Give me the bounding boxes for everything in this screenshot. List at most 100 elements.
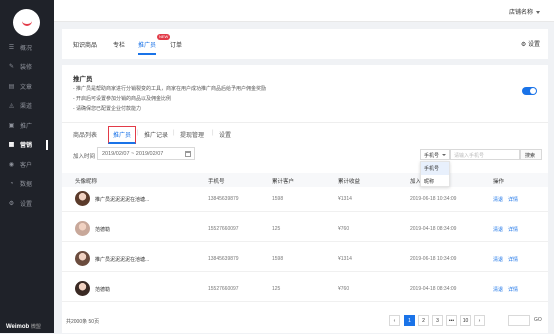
- panel-line: - 开启后可设置参加分销的商品以及佣金比例: [73, 96, 172, 102]
- tab-knowledge-goods[interactable]: 知识商品: [73, 40, 97, 49]
- sidebar-item[interactable]: ◉ 客户: [0, 155, 54, 173]
- subtab-promoter[interactable]: 推广员: [108, 126, 137, 144]
- data-icon: ◔: [9, 180, 14, 187]
- subtab-settings[interactable]: 设置: [219, 130, 231, 139]
- promoter-info-panel: 推广员 - 推广员是帮助商家进行分销裂变的工具，商家在用户成功推广商品后给予用户…: [62, 65, 548, 123]
- page-button[interactable]: ›: [474, 315, 485, 326]
- cell-phone: 13845639879: [208, 196, 239, 202]
- promoter-list-card: 商品列表 推广员 | 推广记录 | 提现管理 | 设置 加入时间 2019/02…: [62, 122, 548, 333]
- sidebar-item-label: 客户: [20, 162, 33, 169]
- marketing-icon: ▦: [8, 142, 15, 148]
- subtab-goods-list[interactable]: 商品列表: [73, 130, 97, 139]
- page-button[interactable]: ‹: [389, 315, 400, 326]
- sidebar-item-label: 文章: [20, 84, 33, 91]
- customer-icon: ◉: [8, 161, 15, 168]
- sidebar-item[interactable]: ▣ 推广: [0, 116, 54, 134]
- go-button[interactable]: GO: [534, 317, 542, 323]
- cell-customers: 1598: [272, 256, 284, 262]
- dismiss-link[interactable]: 清退: [493, 196, 503, 203]
- sidebar-item-label: 概况: [20, 45, 33, 52]
- main-tabs: 知识商品 专栏 推广员 NEW 订单 ⚙ 设置: [62, 29, 548, 59]
- cell-phone: 13845639879: [208, 256, 239, 262]
- detail-link[interactable]: 详情: [508, 196, 518, 203]
- page-button[interactable]: 3: [432, 315, 443, 326]
- cell-time: 2019-04-18 08:34:09: [410, 286, 457, 292]
- dismiss-link[interactable]: 清退: [493, 286, 503, 293]
- brand-footer: Weimob 微盟: [6, 324, 41, 330]
- sidebar-item[interactable]: ⚙ 设置: [0, 194, 54, 212]
- new-badge: NEW: [157, 34, 171, 40]
- subtab-withdraw[interactable]: 提现管理: [180, 130, 204, 139]
- page-button[interactable]: •••: [446, 315, 457, 326]
- search-type-dropdown: 手机号 昵称: [420, 161, 450, 187]
- settings-label: 设置: [527, 42, 540, 48]
- sidebar-item[interactable]: ◔ 数据: [0, 175, 54, 193]
- sidebar-item-label: 推广: [20, 123, 33, 130]
- panel-line: - 请确保您已配置企业付款能力: [73, 106, 142, 112]
- table-row: 推广员泥泥泥泥在池塘... 13845639879 1598 ¥1314 2019-06…: [62, 187, 548, 212]
- sidebar-item-label: 数据: [20, 182, 33, 188]
- cell-customers: 125: [272, 286, 281, 292]
- column-header: 累计客户: [272, 179, 295, 185]
- gear-icon: ⚙: [520, 42, 527, 48]
- search-button[interactable]: 搜索: [520, 149, 542, 160]
- avatar: [75, 281, 90, 296]
- app-logo: [13, 9, 40, 36]
- page-button[interactable]: 10: [460, 315, 471, 326]
- document-icon: ▤: [8, 83, 15, 90]
- sidebar-item[interactable]: ▤ 文章: [0, 77, 54, 95]
- table-row: 范德勒 15527660097 125 ¥760 2019-04-18 08:34:09…: [62, 217, 548, 242]
- search-type-select[interactable]: 手机号: [420, 149, 450, 160]
- avatar: [75, 191, 90, 206]
- detail-link[interactable]: 详情: [508, 226, 518, 233]
- cell-time: 2019-06-18 10:34:09: [410, 196, 457, 202]
- sidebar: ☰ 概况 ✎ 装修 ▤ 文章 ◬ 渠道 ▣ 推广 ▦ 营销 ◉ 客户 ◔ 数据 ⚙ 设置 Weimob 微盟: [0, 0, 54, 333]
- cell-name: 范德勒: [95, 227, 111, 233]
- sidebar-item-label: 营销: [20, 143, 33, 149]
- sidebar-item[interactable]: ☰ 概况: [0, 38, 54, 56]
- sidebar-item[interactable]: ▦ 营销: [0, 136, 54, 154]
- panel-title: 推广员: [73, 76, 93, 83]
- sidebar-item-label: 渠道: [20, 104, 33, 110]
- top-bar: 店铺名称: [54, 0, 554, 22]
- panel-line: - 推广员是帮助商家进行分销裂变的工具，商家在用户成功推广商品后给予用户佣金奖励: [73, 86, 267, 92]
- cell-phone: 15527660097: [208, 226, 239, 232]
- promote-icon: ▣: [8, 122, 15, 129]
- subtab-divider: |: [137, 130, 139, 136]
- store-name-dropdown[interactable]: 店铺名称: [509, 7, 540, 16]
- cell-income: ¥760: [338, 286, 350, 292]
- tab-promoter[interactable]: 推广员: [138, 40, 157, 55]
- promoter-toggle[interactable]: [522, 87, 537, 95]
- column-header: 头像昵称: [75, 179, 98, 185]
- tab-orders[interactable]: 订单: [170, 40, 182, 49]
- subtab-divider: |: [212, 130, 214, 136]
- dropdown-option-nickname[interactable]: 昵称: [421, 175, 449, 188]
- dismiss-link[interactable]: 清退: [493, 256, 503, 263]
- subtab-records[interactable]: 推广记录: [144, 130, 168, 139]
- date-range-picker[interactable]: 2019/02/07 ~ 2019/02/07: [97, 147, 195, 160]
- detail-link[interactable]: 详情: [508, 286, 518, 293]
- menu-lines-icon: ☰: [8, 44, 15, 51]
- cell-name: 推广员泥泥泥泥在池塘...: [95, 257, 150, 263]
- table-header: 头像昵称 手机号 累计客户 累计收益 加入时间 操作: [62, 173, 548, 187]
- dismiss-link[interactable]: 清退: [493, 226, 503, 233]
- cell-customers: 125: [272, 226, 281, 232]
- sidebar-item[interactable]: ✎ 装修: [0, 58, 54, 76]
- page-button[interactable]: 2: [418, 315, 429, 326]
- join-time-label: 加入时间: [73, 154, 96, 160]
- detail-link[interactable]: 详情: [508, 256, 518, 263]
- page-jump-input[interactable]: [508, 315, 530, 326]
- sidebar-item-label: 装修: [20, 65, 33, 71]
- dropdown-option-phone[interactable]: 手机号: [421, 162, 449, 175]
- paint-icon: ✎: [8, 64, 15, 70]
- tab-column[interactable]: 专栏: [113, 40, 125, 49]
- settings-button[interactable]: ⚙ 设置: [521, 39, 540, 48]
- table-row: 范德勒 15527660097 125 ¥760 2019-04-18 08:34:09…: [62, 277, 548, 302]
- calendar-icon: [185, 151, 191, 157]
- cell-income: ¥1314: [338, 256, 352, 262]
- page-button[interactable]: 1: [404, 315, 415, 326]
- search-input[interactable]: 请输入手机号: [450, 149, 520, 160]
- cell-time: 2019-06-18 10:34:09: [410, 256, 457, 262]
- sidebar-item[interactable]: ◬ 渠道: [0, 97, 54, 115]
- table-row: 推广员泥泥泥泥在池塘... 13845639879 1598 ¥1314 2019-06…: [62, 247, 548, 272]
